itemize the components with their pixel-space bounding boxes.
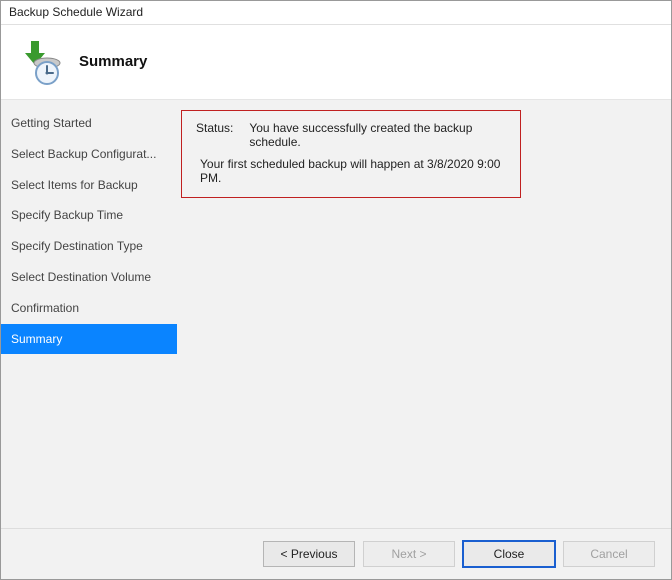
sidebar-item-select-items[interactable]: Select Items for Backup	[1, 170, 177, 201]
sidebar-item-select-backup-config[interactable]: Select Backup Configurat...	[1, 139, 177, 170]
next-button: Next >	[363, 541, 455, 567]
sidebar-item-destination-volume[interactable]: Select Destination Volume	[1, 262, 177, 293]
sidebar-item-getting-started[interactable]: Getting Started	[1, 108, 177, 139]
status-box: Status: You have successfully created th…	[181, 110, 521, 198]
wizard-body: Getting Started Select Backup Configurat…	[1, 100, 671, 528]
window-title: Backup Schedule Wizard	[9, 5, 143, 19]
sidebar-item-specify-time[interactable]: Specify Backup Time	[1, 200, 177, 231]
sidebar-item-confirmation[interactable]: Confirmation	[1, 293, 177, 324]
sidebar-item-summary[interactable]: Summary	[1, 324, 177, 355]
wizard-main-panel: Status: You have successfully created th…	[177, 100, 671, 528]
previous-button[interactable]: < Previous	[263, 541, 355, 567]
wizard-steps-sidebar: Getting Started Select Backup Configurat…	[1, 100, 177, 528]
wizard-footer: < Previous Next > Close Cancel	[1, 528, 671, 579]
status-row: Status: You have successfully created th…	[196, 121, 506, 149]
sidebar-item-destination-type[interactable]: Specify Destination Type	[1, 231, 177, 262]
status-message: You have successfully created the backup…	[249, 121, 506, 149]
status-label: Status:	[196, 121, 233, 149]
wizard-header: Summary	[1, 25, 671, 100]
window-titlebar: Backup Schedule Wizard	[1, 1, 671, 25]
status-sub-message: Your first scheduled backup will happen …	[200, 157, 506, 185]
page-title: Summary	[79, 53, 147, 70]
backup-wizard-icon	[17, 37, 65, 85]
cancel-button: Cancel	[563, 541, 655, 567]
close-button[interactable]: Close	[463, 541, 555, 567]
wizard-window: Backup Schedule Wizard Summary Getting S…	[0, 0, 672, 580]
